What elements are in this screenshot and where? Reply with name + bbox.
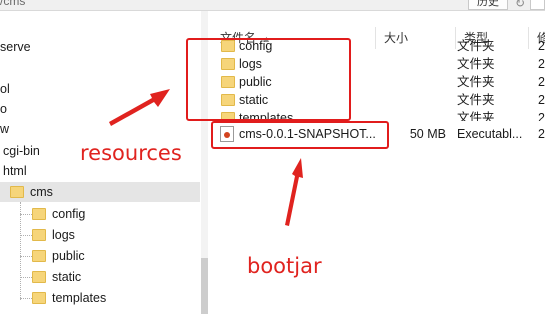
tree-item-config[interactable]: config [32, 204, 85, 224]
tree-item-static[interactable]: static [32, 267, 81, 287]
folder-icon [32, 271, 46, 283]
tree-item-serve[interactable]: serve [0, 37, 31, 57]
tree-guide-line [20, 235, 32, 236]
bootjar-highlight-box [211, 121, 389, 149]
refresh-icon[interactable]: ↻ [515, 0, 525, 10]
file-modified: 2( [538, 93, 545, 107]
address-bar: /cms 历史 ↻ [0, 0, 545, 11]
file-modified: 2( [538, 39, 545, 53]
bootjar-annotation: bootjar [247, 254, 322, 278]
file-modified: 2( [538, 57, 545, 71]
tree-item-w[interactable]: w [0, 119, 9, 139]
tree-guide-line [20, 214, 32, 215]
file-type: Executabl... [457, 127, 523, 141]
history-button[interactable]: 历史 [468, 0, 508, 10]
file-type: 文件夹 [457, 57, 495, 71]
search-input[interactable] [530, 0, 545, 10]
tree-item-o[interactable]: o [0, 99, 7, 119]
tree-guide-line [20, 277, 32, 278]
tree-scrollbar-thumb[interactable] [201, 258, 208, 314]
tree-guide-line [20, 298, 32, 299]
file-type: 文件夹 [457, 111, 495, 121]
tree-item-logs[interactable]: logs [32, 225, 75, 245]
file-modified: 2( [538, 111, 545, 121]
folder-icon [32, 250, 46, 262]
folder-icon [10, 186, 24, 198]
resources-annotation: resources [80, 141, 182, 165]
tree-item-cgi-bin[interactable]: cgi-bin [3, 141, 40, 161]
folder-icon [32, 229, 46, 241]
tree-item-public[interactable]: public [32, 246, 85, 266]
file-type: 文件夹 [457, 93, 495, 107]
resources-highlight-box [186, 38, 351, 121]
file-type: 文件夹 [457, 75, 495, 89]
address-path[interactable]: /cms [0, 0, 25, 8]
tree-item-ol[interactable]: ol [0, 79, 10, 99]
file-modified: 2( [538, 75, 545, 89]
file-size: 50 MB [409, 127, 446, 141]
tree-item-templates[interactable]: templates [32, 288, 106, 308]
tree-item-cms[interactable]: cms [10, 182, 53, 202]
tree-guide-line [20, 202, 21, 300]
tree-guide-line [20, 256, 32, 257]
folder-icon [32, 208, 46, 220]
file-type: 文件夹 [457, 39, 495, 53]
tree-item-html[interactable]: html [3, 161, 27, 181]
folder-icon [32, 292, 46, 304]
file-modified: 2( [538, 127, 545, 141]
